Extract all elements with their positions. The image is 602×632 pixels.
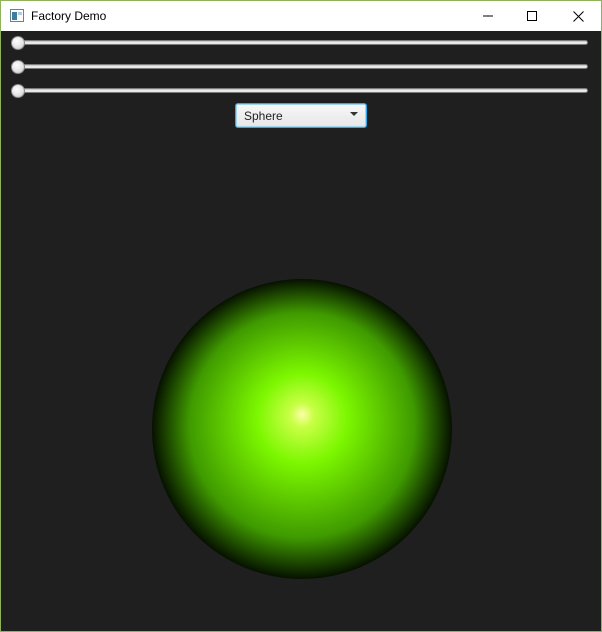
sphere-view[interactable]	[152, 279, 452, 579]
minimize-button[interactable]	[465, 1, 511, 31]
sphere-shape	[152, 279, 452, 579]
slider-track[interactable]	[11, 40, 588, 45]
title-bar[interactable]: Factory Demo	[1, 1, 601, 31]
slider-thumb[interactable]	[11, 60, 25, 74]
close-icon	[572, 10, 584, 22]
slider-1[interactable]	[11, 35, 588, 51]
app-window: Factory Demo Sphere	[0, 0, 602, 632]
maximize-icon	[527, 11, 537, 21]
slider-thumb[interactable]	[11, 84, 25, 98]
chevron-down-icon[interactable]	[350, 112, 358, 116]
close-button[interactable]	[555, 1, 601, 31]
minimize-icon	[483, 11, 493, 21]
maximize-button[interactable]	[509, 1, 555, 31]
slider-3[interactable]	[11, 83, 588, 99]
slider-thumb[interactable]	[11, 36, 25, 50]
slider-track[interactable]	[11, 88, 588, 93]
app-window-icon	[10, 9, 24, 22]
shape-combo-selected: Sphere	[244, 109, 283, 123]
content-area: Sphere	[1, 31, 601, 631]
slider-2[interactable]	[11, 59, 588, 75]
shape-combo-box[interactable]: Sphere	[235, 103, 367, 128]
window-title: Factory Demo	[31, 9, 107, 23]
slider-track[interactable]	[11, 64, 588, 69]
